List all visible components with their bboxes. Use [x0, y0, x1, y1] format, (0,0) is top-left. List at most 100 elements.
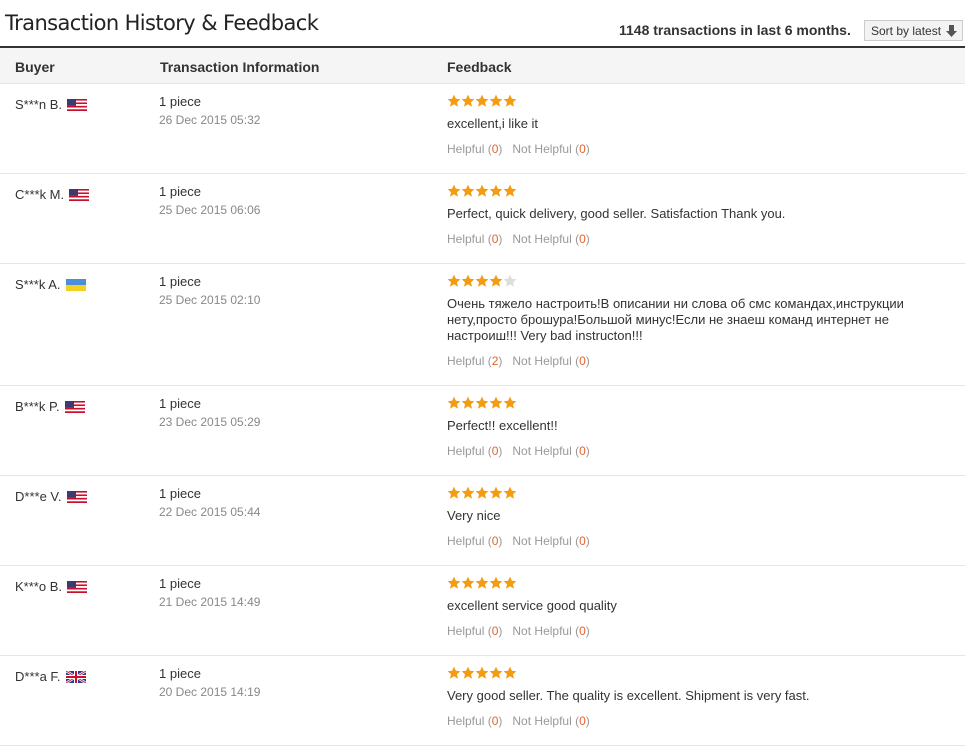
- star-rating: [447, 486, 517, 500]
- star-filled-icon: [461, 576, 475, 589]
- quantity: 1 piece: [159, 486, 201, 501]
- star-filled-icon: [447, 486, 461, 499]
- star-filled-icon: [461, 274, 475, 287]
- not-helpful-count: 0: [579, 444, 586, 458]
- helpfulness-votes: Helpful (0) Not Helpful (0): [447, 714, 590, 728]
- transaction-date: 21 Dec 2015 14:49: [159, 595, 261, 609]
- feedback-row: K***o B. 1 piece 21 Dec 2015 14:49 excellen…: [0, 566, 965, 656]
- star-filled-icon: [475, 486, 489, 499]
- sort-button[interactable]: Sort by latest: [864, 20, 963, 41]
- star-empty-icon: [503, 274, 517, 287]
- quantity: 1 piece: [159, 396, 201, 411]
- star-rating: [447, 666, 517, 680]
- buyer-column-header: Buyer: [15, 59, 55, 75]
- helpful-count: 2: [491, 354, 499, 368]
- star-rating: [447, 576, 517, 590]
- helpful-link[interactable]: Helpful (0): [447, 714, 502, 728]
- uk-flag-icon: [65, 670, 86, 683]
- star-filled-icon: [489, 486, 503, 499]
- feedback-comment: excellent service good quality: [447, 598, 617, 613]
- feedback-row: S***n B. 1 piece 26 Dec 2015 05:32 excellen…: [0, 84, 965, 174]
- helpful-label: Helpful: [447, 534, 485, 548]
- not-helpful-link[interactable]: Not Helpful (0): [512, 534, 589, 548]
- not-helpful-label: Not Helpful: [512, 624, 572, 638]
- buyer-cell: D***e V.: [15, 489, 87, 504]
- star-filled-icon: [503, 576, 517, 589]
- sort-label: Sort by latest: [871, 23, 942, 38]
- feedback-comment: Очень тяжело настроить!В описании ни сло…: [447, 296, 904, 343]
- not-helpful-link[interactable]: Not Helpful (0): [512, 444, 589, 458]
- helpful-link[interactable]: Helpful (0): [447, 142, 502, 156]
- feedback-row: B***k P. 1 piece 23 Dec 2015 05:29 Perfect!…: [0, 386, 965, 476]
- not-helpful-label: Not Helpful: [512, 232, 572, 246]
- star-filled-icon: [461, 396, 475, 409]
- star-filled-icon: [461, 486, 475, 499]
- feedback-comment: Very nice: [447, 508, 501, 523]
- buyer-cell: S***k A.: [15, 277, 86, 292]
- not-helpful-label: Not Helpful: [512, 534, 572, 548]
- feedback-row: S***k A. 1 piece 25 Dec 2015 02:10 Очень тя…: [0, 264, 965, 386]
- star-filled-icon: [461, 94, 475, 107]
- helpfulness-votes: Helpful (2) Not Helpful (0): [447, 354, 590, 368]
- not-helpful-label: Not Helpful: [512, 142, 572, 156]
- not-helpful-label: Not Helpful: [512, 354, 572, 368]
- table-header: Buyer Transaction Information Feedback: [0, 48, 965, 84]
- star-filled-icon: [489, 94, 503, 107]
- star-filled-icon: [447, 666, 461, 679]
- feedback-column-header: Feedback: [447, 59, 512, 75]
- helpfulness-votes: Helpful (0) Not Helpful (0): [447, 444, 590, 458]
- not-helpful-count: 0: [579, 714, 586, 728]
- feedback-comment: Very good seller. The quality is excelle…: [447, 688, 810, 703]
- star-filled-icon: [503, 184, 517, 197]
- not-helpful-count: 0: [579, 354, 586, 368]
- buyer-name: C***k M.: [15, 187, 65, 202]
- transaction-date: 23 Dec 2015 05:29: [159, 415, 261, 429]
- star-filled-icon: [447, 184, 461, 197]
- star-filled-icon: [475, 184, 489, 197]
- helpful-count: 0: [491, 624, 499, 638]
- helpful-count: 0: [491, 232, 499, 246]
- helpful-label: Helpful: [447, 232, 485, 246]
- helpful-link[interactable]: Helpful (0): [447, 624, 502, 638]
- star-filled-icon: [461, 184, 475, 197]
- transaction-summary: 1148 transactions in last 6 months.: [619, 22, 851, 38]
- star-rating: [447, 94, 517, 108]
- star-filled-icon: [489, 396, 503, 409]
- helpful-link[interactable]: Helpful (2): [447, 354, 502, 368]
- helpfulness-votes: Helpful (0) Not Helpful (0): [447, 142, 590, 156]
- arrow-down-icon: [946, 25, 957, 37]
- buyer-cell: K***o B.: [15, 579, 87, 594]
- page-title: Transaction History & Feedback: [5, 11, 319, 35]
- not-helpful-link[interactable]: Not Helpful (0): [512, 232, 589, 246]
- star-filled-icon: [503, 396, 517, 409]
- star-filled-icon: [461, 666, 475, 679]
- star-filled-icon: [475, 666, 489, 679]
- us-flag-icon: [66, 490, 87, 503]
- helpful-count: 0: [491, 444, 499, 458]
- not-helpful-link[interactable]: Not Helpful (0): [512, 354, 589, 368]
- transaction-date: 25 Dec 2015 06:06: [159, 203, 261, 217]
- helpfulness-votes: Helpful (0) Not Helpful (0): [447, 624, 590, 638]
- star-rating: [447, 396, 517, 410]
- helpfulness-votes: Helpful (0) Not Helpful (0): [447, 534, 590, 548]
- star-filled-icon: [503, 666, 517, 679]
- feedback-comment: Perfect!! excellent!!: [447, 418, 558, 433]
- helpful-link[interactable]: Helpful (0): [447, 444, 502, 458]
- helpful-link[interactable]: Helpful (0): [447, 534, 502, 548]
- not-helpful-link[interactable]: Not Helpful (0): [512, 624, 589, 638]
- not-helpful-link[interactable]: Not Helpful (0): [512, 142, 589, 156]
- star-filled-icon: [489, 576, 503, 589]
- star-filled-icon: [475, 576, 489, 589]
- star-filled-icon: [489, 666, 503, 679]
- not-helpful-label: Not Helpful: [512, 444, 572, 458]
- helpful-count: 0: [491, 714, 499, 728]
- us-flag-icon: [69, 188, 90, 201]
- transaction-date: 22 Dec 2015 05:44: [159, 505, 261, 519]
- not-helpful-count: 0: [579, 232, 586, 246]
- buyer-name: S***n B.: [15, 97, 62, 112]
- helpful-link[interactable]: Helpful (0): [447, 232, 502, 246]
- not-helpful-link[interactable]: Not Helpful (0): [512, 714, 589, 728]
- feedback-row: D***a F. 1 piece 20 Dec 2015 14:19 Very goo…: [0, 656, 965, 746]
- feedback-row: D***e V. 1 piece 22 Dec 2015 05:44 Very nic…: [0, 476, 965, 566]
- us-flag-icon: [64, 400, 85, 413]
